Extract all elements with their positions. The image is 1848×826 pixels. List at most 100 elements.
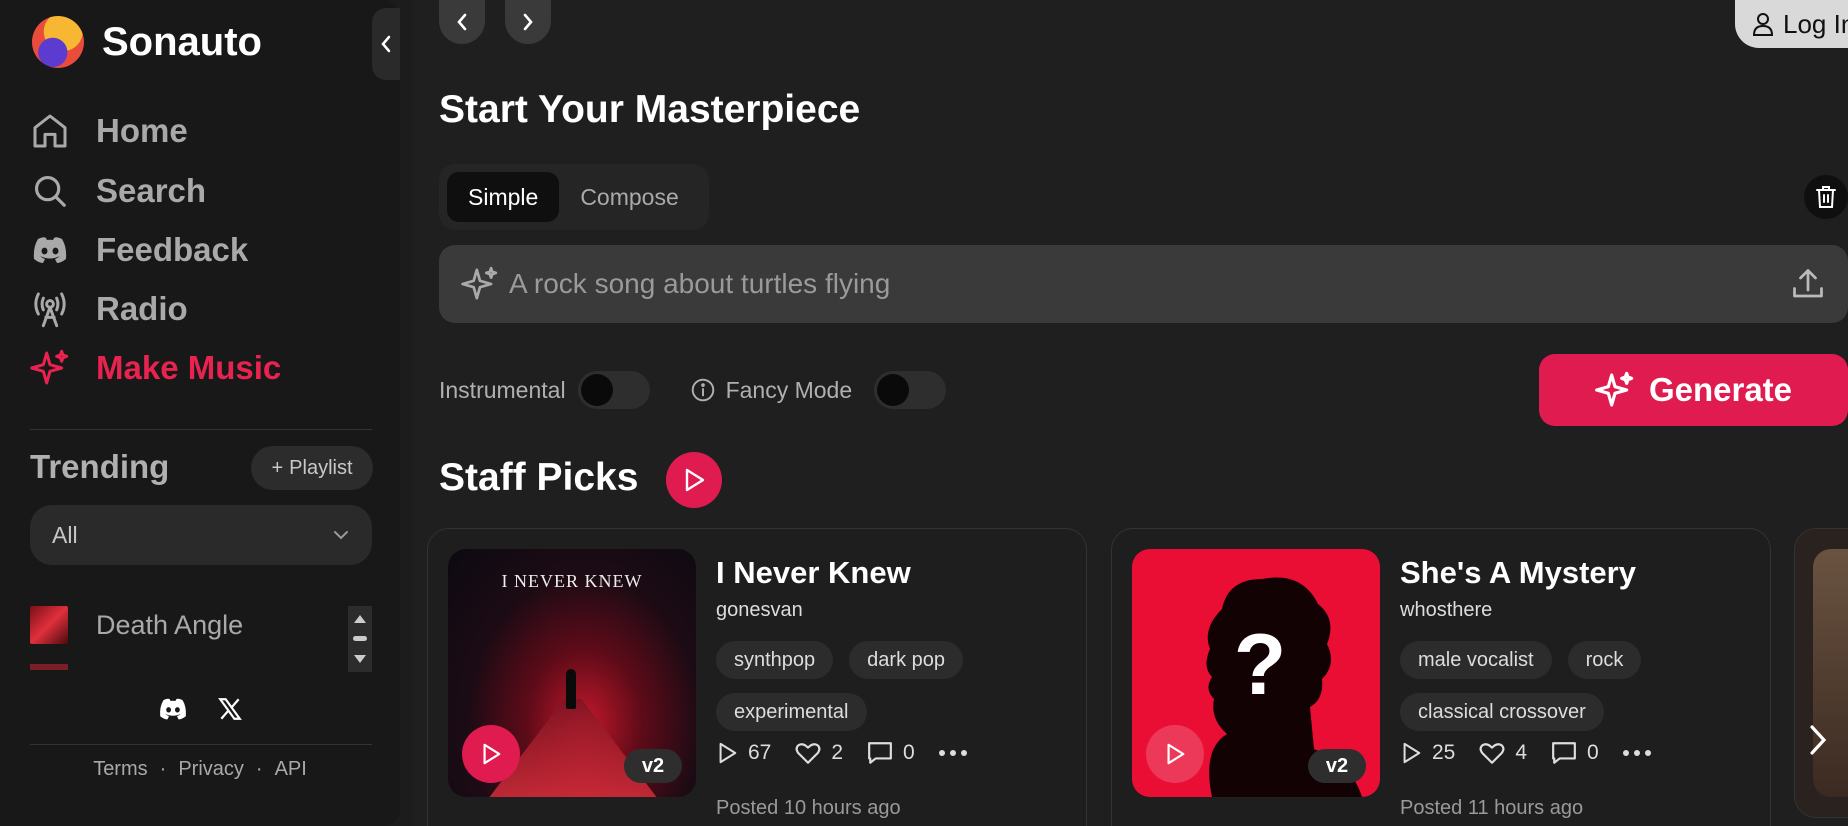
discord-icon[interactable]: [157, 696, 189, 727]
nav-item-radio[interactable]: Radio: [28, 284, 188, 334]
nav-item-search[interactable]: Search: [28, 166, 206, 216]
home-icon: [28, 109, 72, 153]
posted-time: Posted 10 hours ago: [716, 797, 901, 819]
forward-button[interactable]: [505, 0, 551, 44]
song-title[interactable]: I Never Knew: [716, 555, 911, 591]
trending-title: Trending: [30, 448, 170, 485]
heart-icon: [795, 743, 821, 764]
chevron-right-icon: [523, 13, 533, 31]
carousel-next-button[interactable]: [1798, 718, 1838, 762]
genre-tag[interactable]: rock: [1567, 641, 1642, 679]
version-badge: v2: [1308, 749, 1366, 783]
main-content: Log In Start Your Masterpiece Simple Com…: [412, 0, 1848, 826]
separator: ·: [159, 758, 167, 780]
scroll-up-icon[interactable]: [353, 614, 367, 624]
options-row: Instrumental Fancy Mode: [439, 370, 947, 410]
play-button[interactable]: [462, 725, 520, 783]
tab-compose[interactable]: Compose: [559, 172, 699, 222]
fancy-mode-toggle[interactable]: [874, 371, 947, 409]
song-cover: I NEVER KNEW v2: [448, 549, 696, 797]
playlist-label: Playlist: [289, 456, 353, 479]
chevron-left-icon: [457, 13, 467, 31]
trending-item[interactable]: Death Angle: [30, 606, 243, 644]
cover-figure: [566, 669, 576, 709]
like-count[interactable]: 2: [795, 741, 843, 765]
genre-tag[interactable]: classical crossover: [1400, 693, 1604, 731]
song-author[interactable]: whosthere: [1400, 599, 1492, 622]
divider: [30, 744, 372, 745]
terms-link[interactable]: Terms: [93, 758, 147, 781]
like-count-value: 2: [831, 741, 844, 764]
user-icon: [1752, 13, 1774, 36]
play-count[interactable]: 67: [716, 741, 771, 765]
prompt-input[interactable]: [509, 268, 1790, 300]
nav-label: Radio: [96, 290, 188, 327]
login-label: Log In: [1783, 8, 1848, 39]
fancy-mode-label: Fancy Mode: [725, 376, 853, 403]
heart-icon: [1479, 743, 1505, 764]
privacy-link[interactable]: Privacy: [178, 758, 244, 781]
sparkles-icon: [28, 346, 72, 390]
play-count-value: 67: [748, 741, 772, 764]
play-count[interactable]: 25: [1400, 741, 1455, 765]
genre-tag[interactable]: experimental: [716, 693, 867, 731]
like-count[interactable]: 4: [1479, 741, 1527, 765]
api-link[interactable]: API: [275, 758, 307, 781]
play-count-value: 25: [1432, 741, 1456, 764]
nav-item-feedback[interactable]: Feedback: [28, 225, 248, 275]
mode-tabs: Simple Compose: [439, 164, 709, 230]
nav-item-home[interactable]: Home: [28, 106, 188, 156]
collapse-sidebar-button[interactable]: [372, 8, 400, 80]
clear-button[interactable]: [1804, 175, 1848, 219]
play-icon: [719, 742, 737, 764]
song-cover: ? v2: [1132, 549, 1380, 797]
play-icon: [685, 468, 705, 492]
comment-count[interactable]: 0: [867, 741, 915, 765]
social-links: [0, 696, 400, 727]
posted-time: Posted 11 hours ago: [1400, 797, 1584, 819]
plus-icon: +: [271, 456, 284, 479]
tab-simple[interactable]: Simple: [447, 172, 560, 222]
like-count-value: 4: [1515, 741, 1528, 764]
play-button[interactable]: [1146, 725, 1204, 783]
song-author[interactable]: gonesvan: [716, 599, 803, 622]
trash-icon: [1816, 186, 1836, 208]
nav-label: Home: [96, 112, 188, 149]
genre-tag[interactable]: male vocalist: [1400, 641, 1552, 679]
more-options-icon[interactable]: [938, 750, 967, 756]
instrumental-toggle[interactable]: [577, 371, 650, 409]
song-title[interactable]: She's A Mystery: [1400, 555, 1636, 591]
play-icon: [1167, 743, 1185, 765]
song-stats: 67 2 0: [716, 741, 967, 765]
generate-button[interactable]: Generate: [1539, 354, 1848, 426]
brand-logo: [32, 16, 84, 68]
scrollbar[interactable]: [348, 606, 372, 672]
sidebar: Sonauto Home Search Feedback Radio Make …: [0, 0, 400, 826]
genre-tag[interactable]: dark pop: [849, 641, 964, 679]
login-button[interactable]: Log In: [1735, 0, 1848, 48]
play-icon: [483, 743, 501, 765]
song-card[interactable]: [1794, 528, 1848, 818]
track-title: Death Angle: [96, 609, 244, 640]
back-button[interactable]: [439, 0, 485, 44]
version-badge: v2: [624, 749, 682, 783]
scroll-thumb[interactable]: [353, 636, 367, 642]
radio-icon: [28, 287, 72, 331]
sparkles-icon: [1595, 371, 1634, 407]
play-all-button[interactable]: [666, 452, 722, 508]
more-options-icon[interactable]: [1622, 750, 1651, 756]
comment-count[interactable]: 0: [1551, 741, 1599, 765]
song-card[interactable]: ? v2 She's A Mystery whosthere male voca…: [1111, 528, 1771, 826]
x-twitter-icon[interactable]: [217, 696, 243, 727]
nav-item-make-music[interactable]: Make Music: [28, 343, 281, 393]
scroll-down-icon[interactable]: [353, 654, 367, 664]
trending-filter-select[interactable]: All: [30, 505, 372, 565]
svg-text:?: ?: [1234, 617, 1287, 713]
play-icon: [1403, 742, 1421, 764]
upload-icon[interactable]: [1790, 266, 1826, 302]
info-icon[interactable]: [690, 377, 716, 403]
genre-tag[interactable]: synthpop: [716, 641, 834, 679]
brand[interactable]: Sonauto: [32, 16, 262, 68]
song-card[interactable]: I NEVER KNEW v2 I Never Knew gonesvan sy…: [427, 528, 1087, 826]
add-playlist-button[interactable]: + Playlist: [251, 446, 373, 490]
